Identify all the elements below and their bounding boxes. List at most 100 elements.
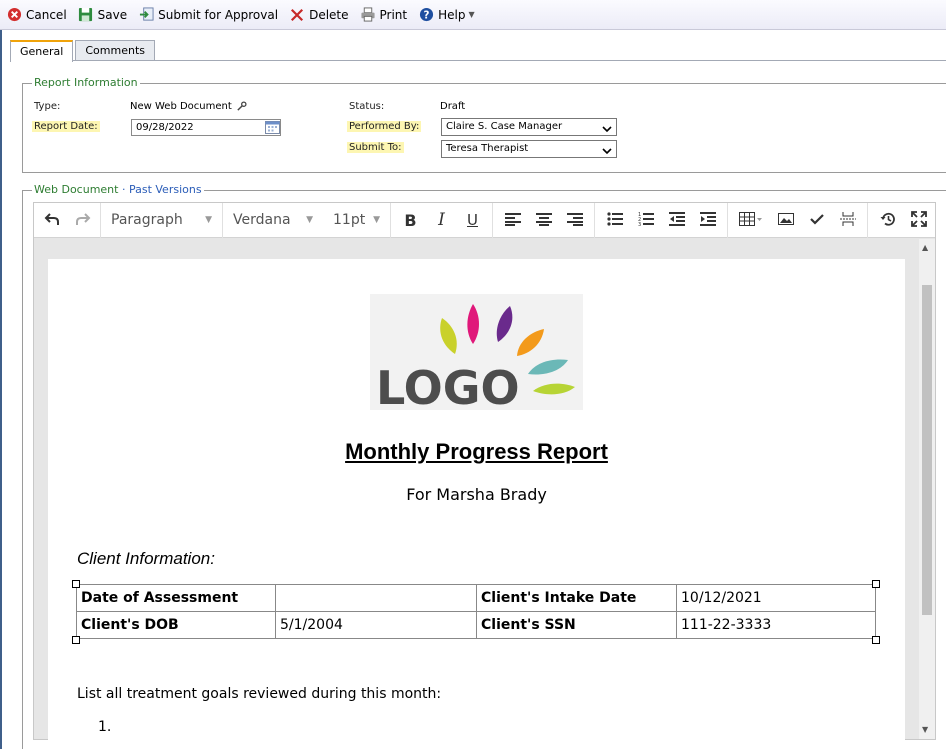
underline-icon: U (467, 211, 478, 229)
italic-button[interactable]: I (426, 206, 457, 234)
submit-for-approval-button[interactable]: Submit for Approval (138, 4, 278, 26)
font-size-dropdown[interactable]: 11pt ▼ (327, 212, 386, 228)
align-left-icon (504, 212, 521, 229)
table-cell[interactable]: 10/12/2021 (676, 584, 876, 612)
table-cell-header[interactable]: Date of Assessment (76, 584, 276, 612)
type-value: New Web Document (130, 101, 247, 112)
table-resize-handle[interactable] (872, 580, 880, 588)
insert-image-button[interactable] (770, 206, 801, 234)
numbered-list-button[interactable]: 123 (630, 206, 661, 234)
tab-general[interactable]: General (10, 40, 74, 62)
list-item: 1. (98, 719, 112, 735)
table-cell-header[interactable]: Client's SSN (476, 611, 677, 639)
table-resize-handle[interactable] (72, 636, 80, 644)
calendar-icon[interactable] (265, 120, 280, 137)
report-date-label: Report Date: (32, 121, 100, 132)
restore-draft-button[interactable] (872, 206, 903, 234)
align-center-button[interactable] (528, 206, 559, 234)
font-family-dropdown[interactable]: Verdana ▼ (227, 212, 319, 228)
client-information-table[interactable]: Date of Assessment Client's Intake Date … (76, 584, 876, 639)
italic-icon: I (438, 210, 445, 230)
scroll-down-icon[interactable]: ▼ (922, 725, 928, 734)
help-label: Help (438, 7, 466, 22)
font-family-group: Verdana ▼ (223, 203, 323, 238)
table-icon (739, 211, 763, 229)
list-group: 123 (595, 202, 728, 238)
submit-for-approval-label: Submit for Approval (158, 7, 279, 22)
underline-button[interactable]: U (457, 206, 488, 234)
table-row: Client's DOB 5/1/2004 Client's SSN 111-2… (76, 611, 876, 639)
chevron-down-icon: ▼ (306, 215, 313, 225)
align-left-button[interactable] (497, 206, 528, 234)
table-cell-header[interactable]: Client's Intake Date (476, 584, 677, 612)
client-information-heading: Client Information: (77, 549, 215, 568)
table-button[interactable] (732, 206, 770, 234)
numbered-list-icon: 123 (638, 212, 654, 229)
spellcheck-button[interactable] (801, 206, 832, 234)
bullet-list-button[interactable] (599, 206, 630, 234)
redo-button[interactable] (67, 206, 98, 234)
document-subtitle: For Marsha Brady (406, 485, 547, 504)
performed-by-select[interactable]: Claire S. Case Manager (441, 118, 617, 136)
tab-comments[interactable]: Comments (75, 40, 155, 61)
fullscreen-icon (910, 210, 927, 230)
table-resize-handle[interactable] (72, 580, 80, 588)
table-resize-handle[interactable] (872, 636, 880, 644)
wrench-icon[interactable] (236, 101, 247, 112)
logo-text: LOGO (376, 361, 520, 410)
table-cell[interactable] (275, 584, 477, 612)
document-page[interactable]: LOGO Monthly Progress Report For Marsha … (48, 259, 905, 741)
status-value: Draft (440, 101, 466, 112)
table-cell-header[interactable]: Client's DOB (76, 611, 276, 639)
font-family-value: Verdana (233, 212, 291, 228)
table-cell[interactable]: 5/1/2004 (275, 611, 477, 639)
history-icon (880, 211, 896, 230)
performed-by-label: Performed By: (347, 121, 422, 132)
window-left-border (0, 30, 2, 749)
outdent-button[interactable] (661, 206, 692, 234)
cancel-label: Cancel (26, 7, 67, 22)
editor-scrollbar[interactable]: ▲ ▼ (919, 239, 935, 739)
bold-icon: B (404, 210, 417, 230)
bold-button[interactable]: B (395, 206, 426, 234)
type-value-text: New Web Document (130, 101, 232, 112)
font-size-group: 11pt ▼ (323, 202, 391, 238)
print-button[interactable]: Print (360, 4, 408, 26)
align-right-icon (566, 212, 583, 229)
align-right-button[interactable] (559, 206, 590, 234)
delete-x-icon (289, 7, 305, 23)
print-label: Print (379, 7, 408, 22)
indent-button[interactable] (692, 206, 723, 234)
web-document-legend: Web Document · Past Versions (32, 183, 204, 196)
scrollbar-thumb[interactable] (922, 285, 932, 615)
treatment-goals-paragraph: List all treatment goals reviewed during… (77, 686, 442, 702)
submit-to-value: Teresa Therapist (446, 143, 529, 154)
delete-label: Delete (309, 7, 349, 22)
chevron-down-icon (602, 123, 612, 139)
submit-to-select[interactable]: Teresa Therapist (441, 140, 617, 158)
report-date-input[interactable]: 09/28/2022 (131, 119, 281, 136)
tab-strip: General Comments (10, 40, 157, 62)
checkmark-icon (809, 212, 825, 229)
type-label: Type: (34, 101, 61, 112)
cancel-button[interactable]: Cancel (6, 4, 67, 26)
font-size-value: 11pt (333, 212, 366, 228)
chevron-down-icon: ▼ (205, 215, 212, 225)
undo-icon (44, 212, 60, 229)
help-button[interactable]: ? Help ▼ (418, 4, 475, 26)
block-format-dropdown[interactable]: Paragraph ▼ (105, 212, 218, 228)
fullscreen-button[interactable] (903, 206, 934, 234)
alignment-group (493, 202, 595, 238)
rich-text-editor: Paragraph ▼ Verdana ▼ 11pt ▼ B I U 1 2 3… (33, 202, 936, 741)
scroll-up-icon[interactable]: ▲ (922, 243, 928, 252)
block-format-group: Paragraph ▼ (101, 202, 223, 238)
floppy-disk-icon (78, 7, 94, 23)
save-button[interactable]: Save (78, 4, 127, 26)
delete-button[interactable]: Delete (289, 4, 349, 26)
chevron-down-icon: ▼ (468, 10, 475, 19)
undo-button[interactable] (36, 206, 67, 234)
past-versions-link[interactable]: Past Versions (129, 183, 202, 196)
page-break-button[interactable] (832, 206, 863, 234)
table-cell[interactable]: 111-22-3333 (676, 611, 876, 639)
status-label: Status: (349, 101, 385, 112)
